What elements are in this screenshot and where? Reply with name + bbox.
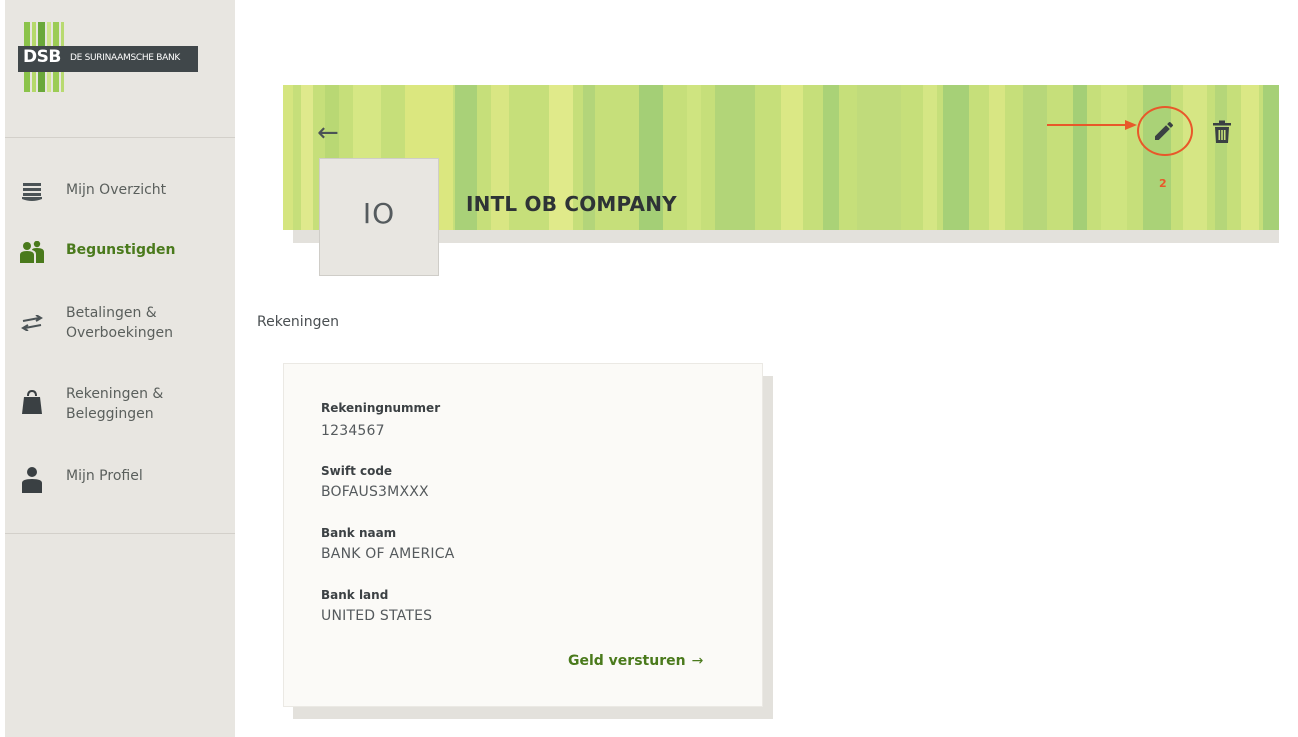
sidebar-item-begunstigden[interactable]: Begunstigden bbox=[18, 240, 228, 264]
sidebar-item-label: Betalingen & bbox=[66, 305, 157, 321]
back-arrow-icon[interactable]: ← bbox=[317, 118, 339, 148]
sidebar-divider-top bbox=[5, 137, 235, 138]
logo-bank-name: DE SURINAAMSCHE BANK bbox=[70, 53, 181, 63]
field-value-bank-country: UNITED STATES bbox=[321, 608, 433, 624]
account-card: Rekeningnummer 1234567 Swift code BOFAUS… bbox=[283, 363, 763, 707]
beneficiary-avatar: IO bbox=[319, 158, 439, 276]
field-value-bank-name: BANK OF AMERICA bbox=[321, 546, 455, 562]
edit-pencil-icon[interactable] bbox=[1152, 119, 1176, 143]
beneficiary-name: INTL OB COMPANY bbox=[466, 192, 677, 216]
overview-icon bbox=[18, 180, 46, 204]
send-money-label: Geld versturen bbox=[568, 653, 686, 669]
sidebar-item-label: Begunstigden bbox=[66, 242, 176, 258]
field-label-bank-name: Bank naam bbox=[321, 526, 397, 540]
sidebar-item-label: Rekeningen & bbox=[66, 386, 164, 402]
bank-logo[interactable]: DSB DE SURINAAMSCHE BANK bbox=[18, 22, 198, 92]
sidebar-item-rekeningen[interactable]: Rekeningen & Beleggingen bbox=[18, 384, 228, 424]
avatar-initials: IO bbox=[362, 197, 396, 230]
sidebar-item-label: Mijn Profiel bbox=[66, 468, 143, 484]
sidebar-item-label: Mijn Overzicht bbox=[66, 182, 167, 198]
sidebar-item-label: Beleggingen bbox=[66, 406, 154, 422]
beneficiaries-icon bbox=[18, 240, 46, 264]
transfer-arrows-icon bbox=[18, 311, 46, 335]
arrow-right-icon: → bbox=[691, 653, 704, 669]
sidebar-item-mijn-profiel[interactable]: Mijn Profiel bbox=[18, 466, 228, 493]
field-label-swift: Swift code bbox=[321, 464, 393, 478]
sidebar-item-betalingen[interactable]: Betalingen & Overboekingen bbox=[18, 303, 228, 343]
section-title: Rekeningen bbox=[257, 314, 339, 330]
bag-icon bbox=[18, 390, 46, 414]
logo-wordmark: DSB bbox=[23, 47, 61, 67]
sidebar-edge bbox=[0, 0, 5, 737]
sidebar-item-label: Overboekingen bbox=[66, 325, 173, 341]
app-root: DSB DE SURINAAMSCHE BANK Mijn Overzicht bbox=[0, 0, 1298, 737]
field-label-account-number: Rekeningnummer bbox=[321, 401, 441, 415]
send-money-link[interactable]: Geld versturen → bbox=[568, 653, 703, 669]
field-value-swift: BOFAUS3MXXX bbox=[321, 484, 429, 500]
annotation-arrow-icon bbox=[1047, 120, 1137, 130]
sidebar-item-mijn-overzicht[interactable]: Mijn Overzicht bbox=[18, 180, 228, 204]
profile-icon bbox=[18, 467, 46, 493]
annotation-step-number: 2 bbox=[1159, 177, 1167, 190]
main-content: ← IO INTL OB COMPANY 2 Rekeningen Rekeni… bbox=[235, 0, 1298, 737]
sidebar: DSB DE SURINAAMSCHE BANK Mijn Overzicht bbox=[0, 0, 235, 737]
sidebar-divider-bottom bbox=[5, 533, 235, 534]
delete-trash-icon[interactable] bbox=[1211, 120, 1233, 144]
field-value-account-number: 1234567 bbox=[321, 423, 385, 439]
field-label-bank-country: Bank land bbox=[321, 588, 389, 602]
